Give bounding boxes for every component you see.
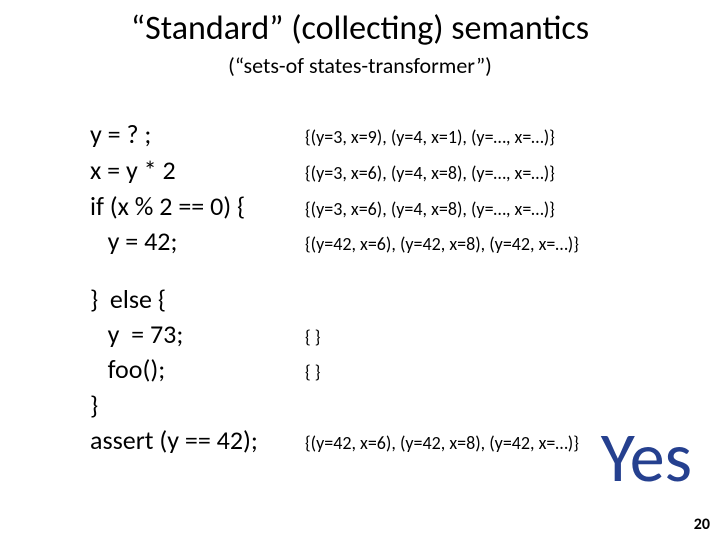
slide-content: y = ? ; {(y=3, x=9), (y=4, x=1), (y=…, x… [90,118,690,460]
code-text: assert (y == 42); [90,424,305,457]
code-text: y = 42; [90,225,305,258]
code-row: y = ? ; {(y=3, x=9), (y=4, x=1), (y=…, x… [90,118,690,152]
code-row: if (x % 2 == 0) { {(y=3, x=6), (y=4, x=8… [90,190,690,224]
code-text: y = ? ; [90,118,305,151]
code-text: y = 73; [90,318,305,351]
code-text: } else { [90,283,305,316]
code-row: y = 73; { } [90,318,690,352]
annotation-text: { } [305,358,320,387]
annotation-text: {(y=3, x=6), (y=4, x=8), (y=…, x=…)} [305,195,555,224]
annotation-text: { } [305,323,320,352]
slide: “Standard” (collecting) semantics (“sets… [0,0,720,540]
annotation-text: {(y=42, x=6), (y=42, x=8), (y=42, x=…)} [305,230,579,259]
code-row: x = y * 2 {(y=3, x=6), (y=4, x=8), (y=…,… [90,154,690,188]
code-row: y = 42; {(y=42, x=6), (y=42, x=8), (y=42… [90,225,690,259]
code-text: } [90,389,305,422]
code-text: x = y * 2 [90,154,305,187]
annotation-text: {(y=42, x=6), (y=42, x=8), (y=42, x=…)} [305,429,579,458]
row-gap [90,261,690,283]
page-number: 20 [694,515,710,534]
annotation-text: {(y=3, x=6), (y=4, x=8), (y=…, x=…)} [305,159,555,188]
annotation-text: {(y=3, x=9), (y=4, x=1), (y=…, x=…)} [305,123,555,152]
code-row: foo(); { } [90,353,690,387]
code-text: if (x % 2 == 0) { [90,190,305,223]
code-text: foo(); [90,353,305,386]
slide-subtitle: (“sets-of states-transformer”) [0,52,720,79]
code-row: } [90,389,690,422]
code-row: } else { [90,283,690,316]
answer-yes: Yes [601,422,692,492]
slide-title: “Standard” (collecting) semantics [0,12,720,46]
